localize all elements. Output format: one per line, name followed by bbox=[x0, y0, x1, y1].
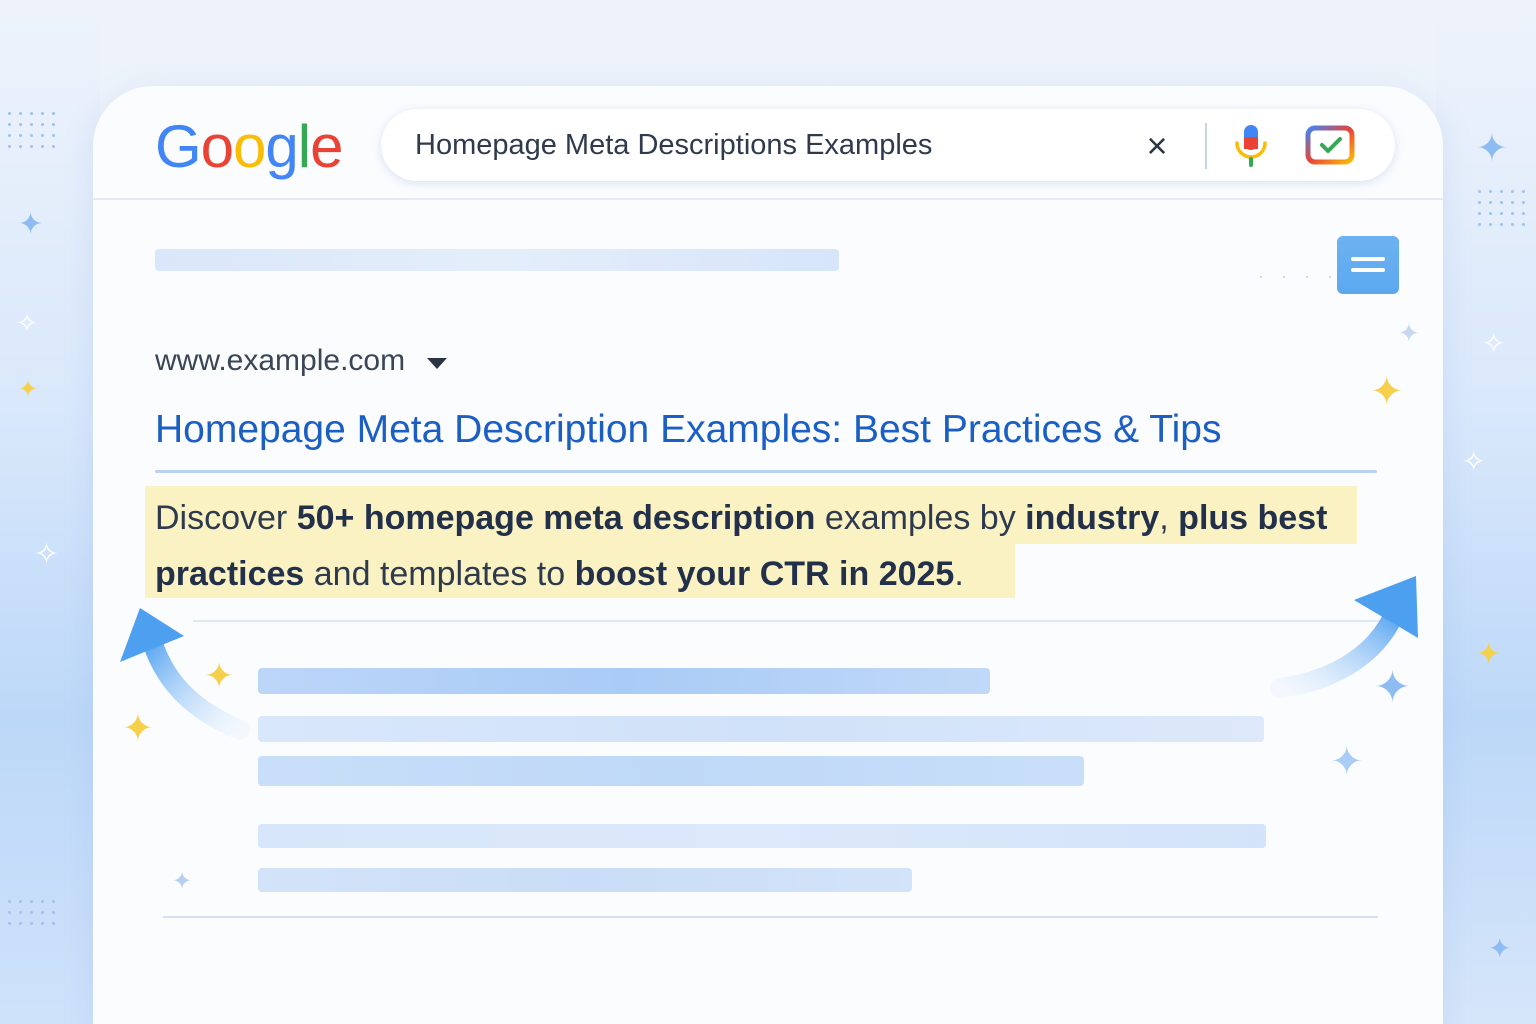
result-title-link[interactable]: Homepage Meta Description Examples: Best… bbox=[155, 408, 1315, 452]
menu-button[interactable] bbox=[1337, 236, 1399, 294]
dot-grid-left-bottom bbox=[8, 900, 55, 925]
sparkle-icon: ✦ bbox=[1374, 663, 1411, 712]
placeholder-line bbox=[258, 668, 990, 694]
sparkle-icon: ✦ bbox=[122, 708, 154, 750]
snippet-text: Discover bbox=[155, 499, 297, 537]
clear-search-button[interactable]: × bbox=[1137, 126, 1177, 166]
microphone-icon bbox=[1235, 125, 1267, 167]
sparkle-icon: ✦ bbox=[1370, 370, 1404, 414]
caret-down-icon[interactable] bbox=[427, 357, 448, 369]
sparkle-icon: ✦ bbox=[1398, 318, 1420, 348]
snippet-text: . bbox=[954, 555, 964, 593]
sparkle-icon: ✦ bbox=[1330, 740, 1364, 784]
snippet-text: , bbox=[1159, 499, 1179, 537]
dot-grid-left bbox=[8, 112, 55, 148]
left-decoration bbox=[0, 0, 100, 1024]
sparkle-icon: ✦ bbox=[18, 208, 44, 241]
placeholder-line bbox=[155, 249, 839, 271]
snippet-text: examples by bbox=[815, 499, 1026, 537]
result-url-text: www.example.com bbox=[155, 344, 406, 377]
snippet-bold-text: boost your CTR in 2025 bbox=[574, 555, 955, 593]
google-logo[interactable]: Google bbox=[155, 112, 344, 181]
search-bar: × bbox=[381, 109, 1395, 181]
close-icon: × bbox=[1146, 125, 1168, 166]
image-search-button[interactable] bbox=[1305, 125, 1357, 167]
placeholder-line bbox=[258, 868, 912, 892]
sparkle-icon: ✧ bbox=[16, 308, 38, 338]
sparkle-icon: ✦ bbox=[1476, 128, 1508, 170]
lens-icon bbox=[1305, 125, 1355, 165]
sparkle-icon: ✦ bbox=[1488, 933, 1512, 964]
sparkle-icon: ✧ bbox=[34, 538, 60, 571]
menu-icon bbox=[1351, 257, 1385, 261]
decorative-dots: · · · · bbox=[1258, 266, 1339, 286]
section-divider bbox=[193, 620, 1383, 622]
snippet-bold-text: 50+ homepage meta description bbox=[296, 499, 816, 537]
placeholder-line bbox=[258, 756, 1084, 786]
title-underline bbox=[155, 470, 1377, 473]
result-snippet: Discover 50+ homepage meta description e… bbox=[155, 490, 1355, 602]
snippet-text: and templates to bbox=[304, 555, 575, 593]
search-input[interactable] bbox=[415, 129, 1115, 161]
search-divider bbox=[1205, 123, 1207, 169]
sparkle-icon: ✦ bbox=[18, 376, 39, 403]
header-divider bbox=[93, 198, 1443, 200]
search-result-card: Google × bbox=[93, 86, 1443, 1024]
sparkle-icon: ✦ bbox=[1476, 638, 1502, 671]
snippet-bold-text: industry bbox=[1025, 499, 1160, 537]
placeholder-line bbox=[258, 716, 1264, 742]
sparkle-icon: ✦ bbox=[172, 868, 193, 895]
result-url[interactable]: www.example.com bbox=[155, 344, 448, 378]
sparkle-icon: ✦ bbox=[204, 655, 235, 696]
dot-grid-right bbox=[1478, 190, 1525, 226]
sparkle-icon: ✧ bbox=[1462, 446, 1486, 477]
bottom-divider bbox=[163, 916, 1378, 918]
sparkle-icon: ✧ bbox=[1482, 328, 1506, 359]
voice-search-button[interactable] bbox=[1231, 123, 1271, 169]
placeholder-line bbox=[258, 824, 1266, 848]
